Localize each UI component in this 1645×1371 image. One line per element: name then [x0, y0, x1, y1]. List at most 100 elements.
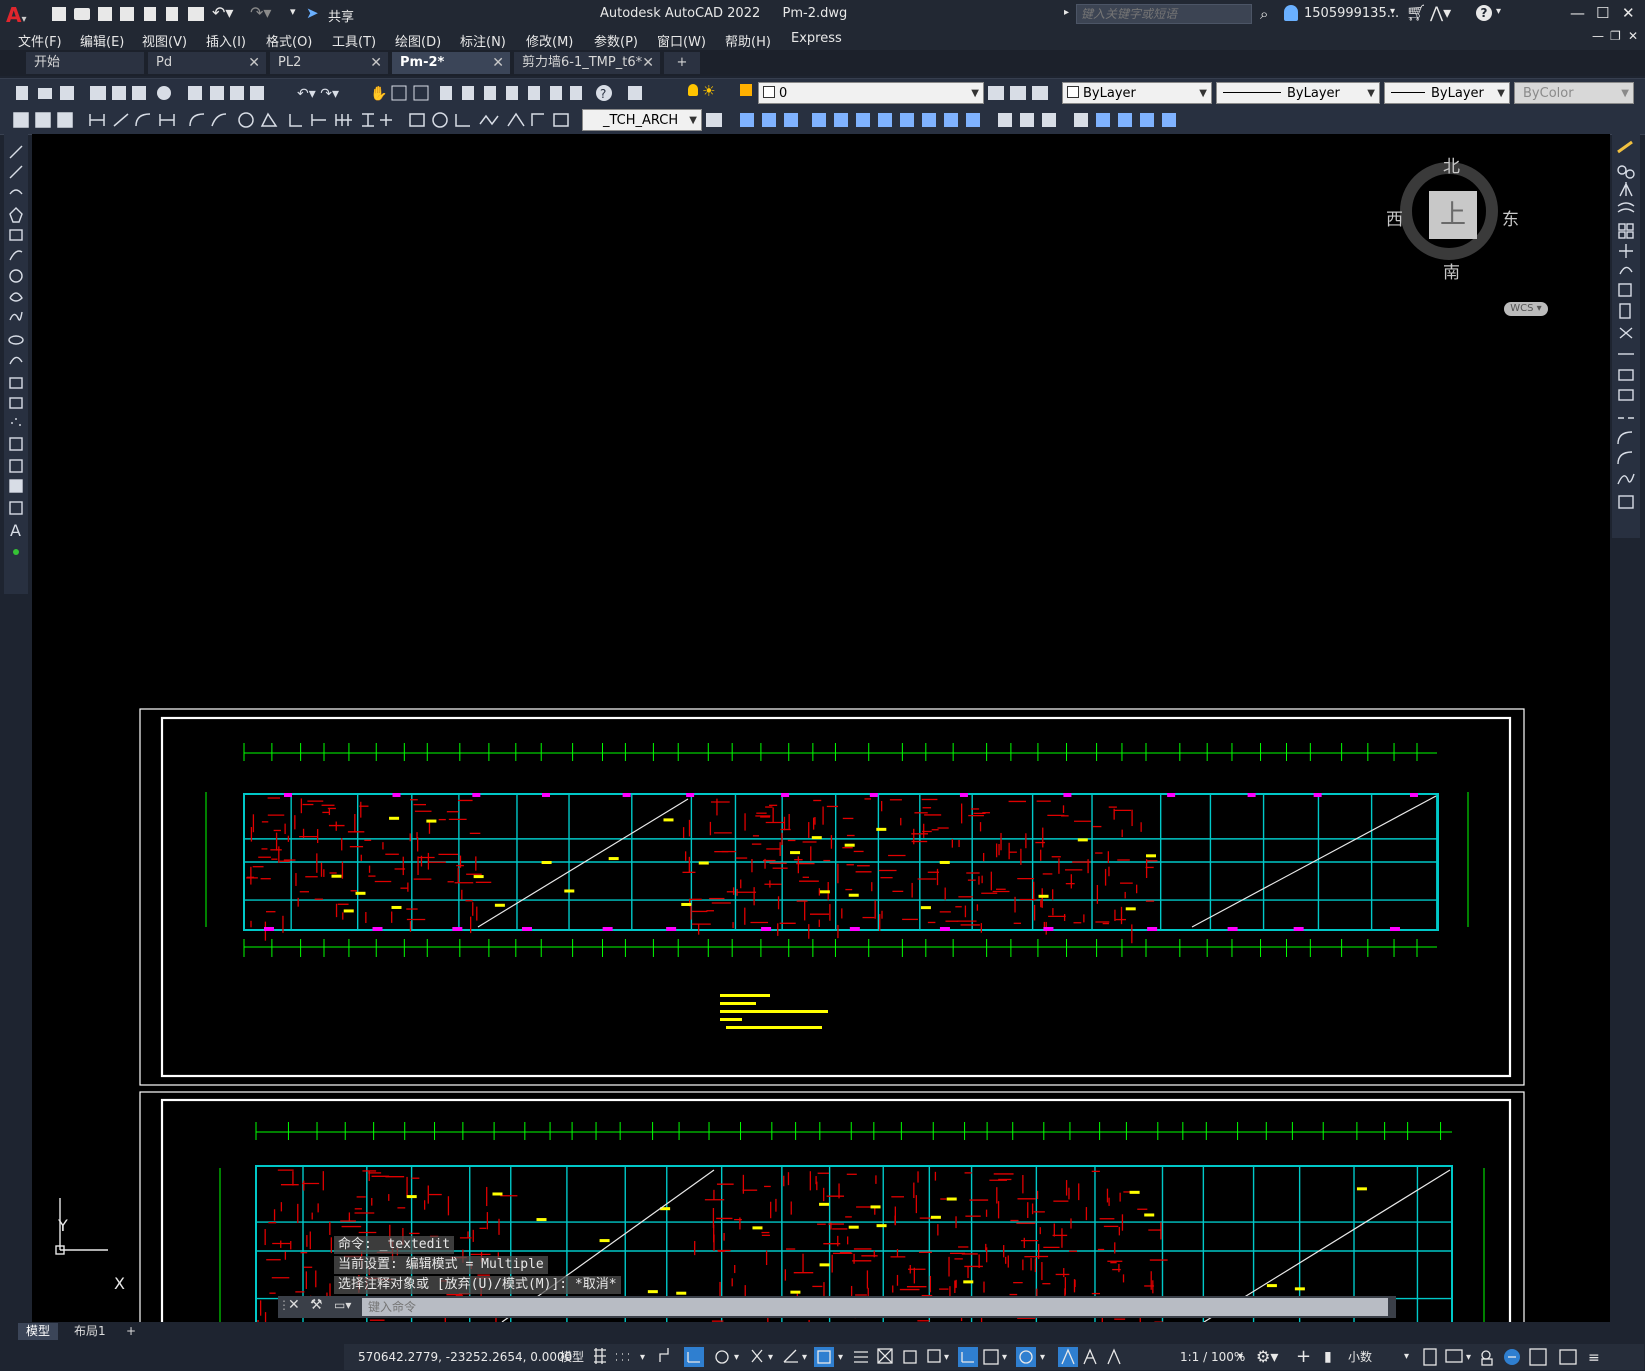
menu-edit[interactable]: 编辑(E): [80, 31, 124, 50]
modify-tool-icons[interactable]: [1612, 134, 1640, 538]
command-recent-icon[interactable]: ▭▾: [334, 1298, 351, 1312]
units-dropdown-icon[interactable]: ▾: [1404, 1346, 1409, 1368]
tab-close-icon[interactable]: ✕: [248, 52, 260, 74]
units-value[interactable]: 小数: [1348, 1346, 1372, 1368]
open-file-icon[interactable]: [74, 8, 90, 20]
compass-west[interactable]: 西: [1386, 205, 1403, 230]
ucs-x-label: X: [114, 1274, 125, 1293]
compass-north[interactable]: 北: [1443, 152, 1460, 177]
maximize-icon[interactable]: ☐: [1596, 4, 1609, 22]
save-as-icon[interactable]: [120, 7, 134, 21]
svg-text:✋: ✋: [370, 85, 387, 102]
svg-text:▾: ▾: [734, 1352, 739, 1363]
search-input[interactable]: [1076, 4, 1252, 24]
menu-help[interactable]: 帮助(H): [725, 31, 771, 50]
cart-icon[interactable]: 🛒︎: [1406, 3, 1426, 22]
command-input[interactable]: [362, 1298, 1388, 1316]
customize-qat-icon[interactable]: ▾: [290, 5, 296, 18]
autocad-logo-icon[interactable]: A▾: [6, 3, 27, 27]
chevron-down-icon: ▼: [1497, 88, 1505, 99]
tab-close-icon[interactable]: ✕: [642, 52, 654, 74]
command-close-icon[interactable]: ✕: [288, 1297, 300, 1313]
menu-view[interactable]: 视图(V): [142, 31, 187, 50]
share-icon[interactable]: ➤: [306, 4, 319, 22]
menu-format[interactable]: 格式(O): [266, 31, 312, 50]
lineweight-dropdown[interactable]: ByLayer ▼: [1384, 82, 1510, 104]
viewcube[interactable]: 上 北 南 西 东: [1386, 152, 1519, 283]
new-file-icon[interactable]: [52, 7, 66, 21]
tab-start[interactable]: 开始: [26, 52, 144, 74]
menu-tools[interactable]: 工具(T): [332, 31, 376, 50]
help-icon[interactable]: ?: [1476, 5, 1492, 21]
tab-layout1[interactable]: 布局1: [66, 1323, 114, 1340]
share-button[interactable]: 共享: [328, 6, 354, 25]
add-layout-button[interactable]: +: [118, 1323, 144, 1340]
help-dropdown-icon[interactable]: ▾: [1496, 6, 1501, 17]
user-icon[interactable]: [1284, 5, 1298, 21]
command-customize-icon[interactable]: ⚒: [310, 1297, 323, 1313]
compass-south[interactable]: 南: [1443, 258, 1460, 283]
viewcube-top-face[interactable]: 上: [1429, 191, 1477, 239]
menu-dimension[interactable]: 标注(N): [460, 31, 506, 50]
draw-tool-icons[interactable]: A: [4, 134, 28, 594]
compass-east[interactable]: 东: [1502, 205, 1519, 230]
annotation-scale[interactable]: 1:1 / 100%: [1180, 1346, 1245, 1368]
layer-unlock-icon[interactable]: [740, 84, 752, 96]
modeling-tool-icons[interactable]: [704, 110, 1214, 130]
units-icon[interactable]: ▮: [1324, 1346, 1332, 1368]
web-open-icon[interactable]: [144, 7, 156, 21]
autodesk-a360-icon[interactable]: ⋀▾: [1430, 3, 1451, 22]
tab-pd[interactable]: Pd ✕: [148, 52, 266, 74]
tab-shear-wall[interactable]: 剪力墙6-1_TMP_t6* ✕: [514, 52, 660, 74]
tab-close-icon[interactable]: ✕: [492, 52, 504, 74]
doc-close-icon[interactable]: ✕: [1628, 29, 1638, 43]
menu-modify[interactable]: 修改(M): [526, 31, 573, 50]
plot-icon[interactable]: [188, 7, 204, 21]
menu-draw[interactable]: 绘图(D): [395, 31, 441, 50]
drafting-toggle-icons[interactable]: ▾ ▾ ▾ ▾ ▾ ▾ ▾ ▾: [592, 1346, 1212, 1368]
model-space-viewport[interactable]: 上 北 南 西 东 WCS ▾ Y X 命令: _textedit 当前设置: …: [32, 134, 1610, 1322]
dimstyle-dropdown[interactable]: _TCH_ARCH ▼: [582, 109, 702, 131]
color-dropdown[interactable]: ByLayer ▼: [1062, 82, 1212, 104]
search-expand-icon[interactable]: ▸: [1064, 7, 1069, 18]
tab-close-icon[interactable]: ✕: [370, 52, 382, 74]
doc-restore-icon[interactable]: ❐: [1610, 29, 1621, 43]
redo-icon[interactable]: ↷▾: [250, 3, 271, 22]
model-space-button[interactable]: 模型: [560, 1346, 584, 1368]
user-dropdown-icon[interactable]: ▾: [1390, 6, 1395, 17]
layer-tool-icons[interactable]: [988, 83, 1054, 103]
undo-icon[interactable]: ↶▾: [212, 3, 233, 22]
plotstyle-dropdown[interactable]: ByColor ▼: [1514, 82, 1634, 104]
wcs-menu[interactable]: WCS ▾: [1504, 302, 1548, 316]
svg-text:▾: ▾: [768, 1352, 773, 1363]
layer-thaw-icon[interactable]: ☀: [702, 82, 715, 100]
minimize-icon[interactable]: —: [1570, 4, 1585, 22]
tab-model[interactable]: 模型: [18, 1323, 59, 1340]
layer-on-icon[interactable]: [688, 84, 698, 96]
close-icon[interactable]: ✕: [1622, 4, 1635, 22]
menu-window[interactable]: 窗口(W): [657, 31, 706, 50]
standard-tool-icons[interactable]: ↶▾ ↷▾ ✋ ?: [12, 83, 672, 103]
user-name[interactable]: 1505999135...: [1304, 6, 1399, 21]
annotation-scale-dropdown-icon[interactable]: ▾: [1238, 1346, 1243, 1368]
chevron-down-icon: ▼: [971, 88, 979, 99]
svg-text:▾: ▾: [640, 1352, 645, 1363]
save-icon[interactable]: [98, 7, 112, 21]
tab-pl2[interactable]: PL2 ✕: [270, 52, 388, 74]
tab-pm-2[interactable]: Pm-2* ✕: [392, 52, 510, 74]
menu-parametric[interactable]: 参数(P): [594, 31, 638, 50]
menu-express[interactable]: Express: [791, 31, 842, 46]
layer-dropdown[interactable]: 0 ▼: [758, 82, 984, 104]
dimension-tool-icons[interactable]: [10, 110, 576, 130]
annotation-monitor-icon[interactable]: +: [1296, 1346, 1311, 1368]
menu-file[interactable]: 文件(F): [18, 31, 62, 50]
workspace-gear-icon[interactable]: ⚙︎▾: [1256, 1346, 1278, 1368]
new-tab-button[interactable]: +: [664, 52, 700, 74]
status-right-icons[interactable]: ▾ ≡: [1420, 1346, 1644, 1368]
search-icon[interactable]: ⌕: [1260, 5, 1268, 23]
menu-insert[interactable]: 插入(I): [206, 31, 246, 50]
doc-minimize-icon[interactable]: —: [1592, 29, 1604, 43]
web-save-icon[interactable]: [166, 7, 178, 21]
coordinates-readout[interactable]: 570642.2779, -23252.2654, 0.0000: [358, 1346, 572, 1368]
linetype-dropdown[interactable]: ByLayer ▼: [1216, 82, 1380, 104]
